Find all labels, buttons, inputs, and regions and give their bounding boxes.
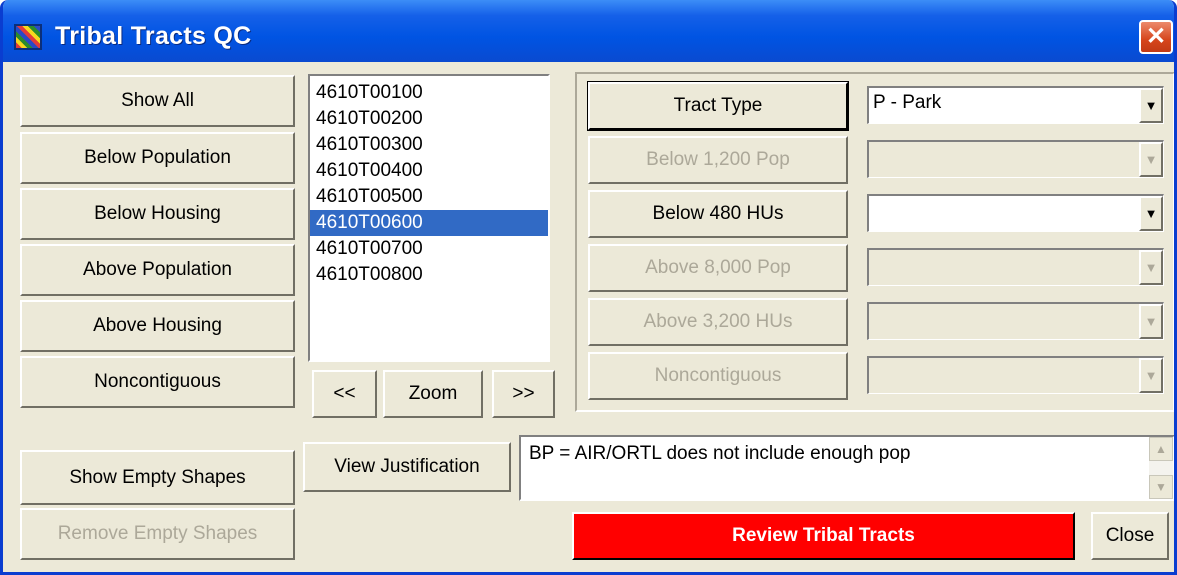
show-empty-shapes-button[interactable]: Show Empty Shapes	[20, 450, 295, 505]
window-close-button[interactable]: ✕	[1139, 20, 1173, 54]
zoom-button[interactable]: Zoom	[383, 370, 483, 418]
noncontiguous-dropdown[interactable]: ▼	[867, 356, 1164, 394]
noncontiguous-filter-button[interactable]: Noncontiguous	[588, 352, 848, 400]
tract-listbox[interactable]: 4610T00100 4610T00200 4610T00300 4610T00…	[308, 74, 550, 362]
next-button[interactable]: >>	[492, 370, 555, 418]
above-hus-dropdown[interactable]: ▼	[867, 302, 1164, 340]
above-pop-button[interactable]: Above 8,000 Pop	[588, 244, 848, 292]
dialog-window: Tribal Tracts QC ✕ Show All Below Popula…	[0, 0, 1177, 575]
below-pop-dropdown[interactable]: ▼	[867, 140, 1164, 178]
list-item[interactable]: 4610T00500	[310, 184, 548, 210]
list-item[interactable]: 4610T00200	[310, 106, 548, 132]
justification-text: BP = AIR/ORTL does not include enough po…	[529, 443, 911, 464]
chevron-down-icon[interactable]: ▼	[1139, 196, 1163, 231]
chevron-down-icon[interactable]: ▼	[1139, 88, 1163, 123]
review-tribal-tracts-button[interactable]: Review Tribal Tracts	[572, 512, 1075, 560]
show-all-button[interactable]: Show All	[20, 75, 295, 127]
chevron-down-icon[interactable]: ▼	[1139, 142, 1163, 177]
list-item[interactable]: 4610T00800	[310, 262, 548, 288]
justification-textbox[interactable]: BP = AIR/ORTL does not include enough po…	[519, 435, 1174, 501]
below-pop-button[interactable]: Below 1,200 Pop	[588, 136, 848, 184]
close-icon: ✕	[1145, 23, 1167, 50]
title-bar[interactable]: Tribal Tracts QC ✕	[3, 0, 1174, 62]
below-hus-dropdown[interactable]: ▼	[867, 194, 1164, 232]
below-housing-button[interactable]: Below Housing	[20, 188, 295, 240]
list-item-selected[interactable]: 4610T00600	[310, 210, 548, 236]
list-item[interactable]: 4610T00100	[310, 80, 548, 106]
chevron-down-icon[interactable]: ▼	[1139, 304, 1163, 339]
above-hus-button[interactable]: Above 3,200 HUs	[588, 298, 848, 346]
close-button[interactable]: Close	[1091, 512, 1169, 560]
tract-type-dropdown[interactable]: P - Park ▼	[867, 86, 1164, 124]
tract-type-value: P - Park	[873, 92, 942, 113]
below-population-button[interactable]: Below Population	[20, 132, 295, 184]
list-item[interactable]: 4610T00700	[310, 236, 548, 262]
below-hus-button[interactable]: Below 480 HUs	[588, 190, 848, 238]
remove-empty-shapes-button[interactable]: Remove Empty Shapes	[20, 508, 295, 560]
list-item[interactable]: 4610T00300	[310, 132, 548, 158]
above-pop-dropdown[interactable]: ▼	[867, 248, 1164, 286]
chevron-down-icon[interactable]: ▼	[1139, 250, 1163, 285]
scroll-up-icon[interactable]: ▲	[1149, 437, 1173, 461]
window-title: Tribal Tracts QC	[55, 22, 252, 50]
scroll-down-icon[interactable]: ▼	[1149, 475, 1173, 499]
vertical-scrollbar[interactable]: ▲ ▼	[1149, 437, 1173, 499]
noncontiguous-button[interactable]: Noncontiguous	[20, 356, 295, 408]
tract-type-button[interactable]: Tract Type	[587, 81, 849, 131]
app-grid-icon	[14, 24, 42, 50]
above-population-button[interactable]: Above Population	[20, 244, 295, 296]
above-housing-button[interactable]: Above Housing	[20, 300, 295, 352]
chevron-down-icon[interactable]: ▼	[1139, 358, 1163, 393]
list-item[interactable]: 4610T00400	[310, 158, 548, 184]
previous-button[interactable]: <<	[312, 370, 377, 418]
view-justification-button[interactable]: View Justification	[303, 442, 511, 492]
